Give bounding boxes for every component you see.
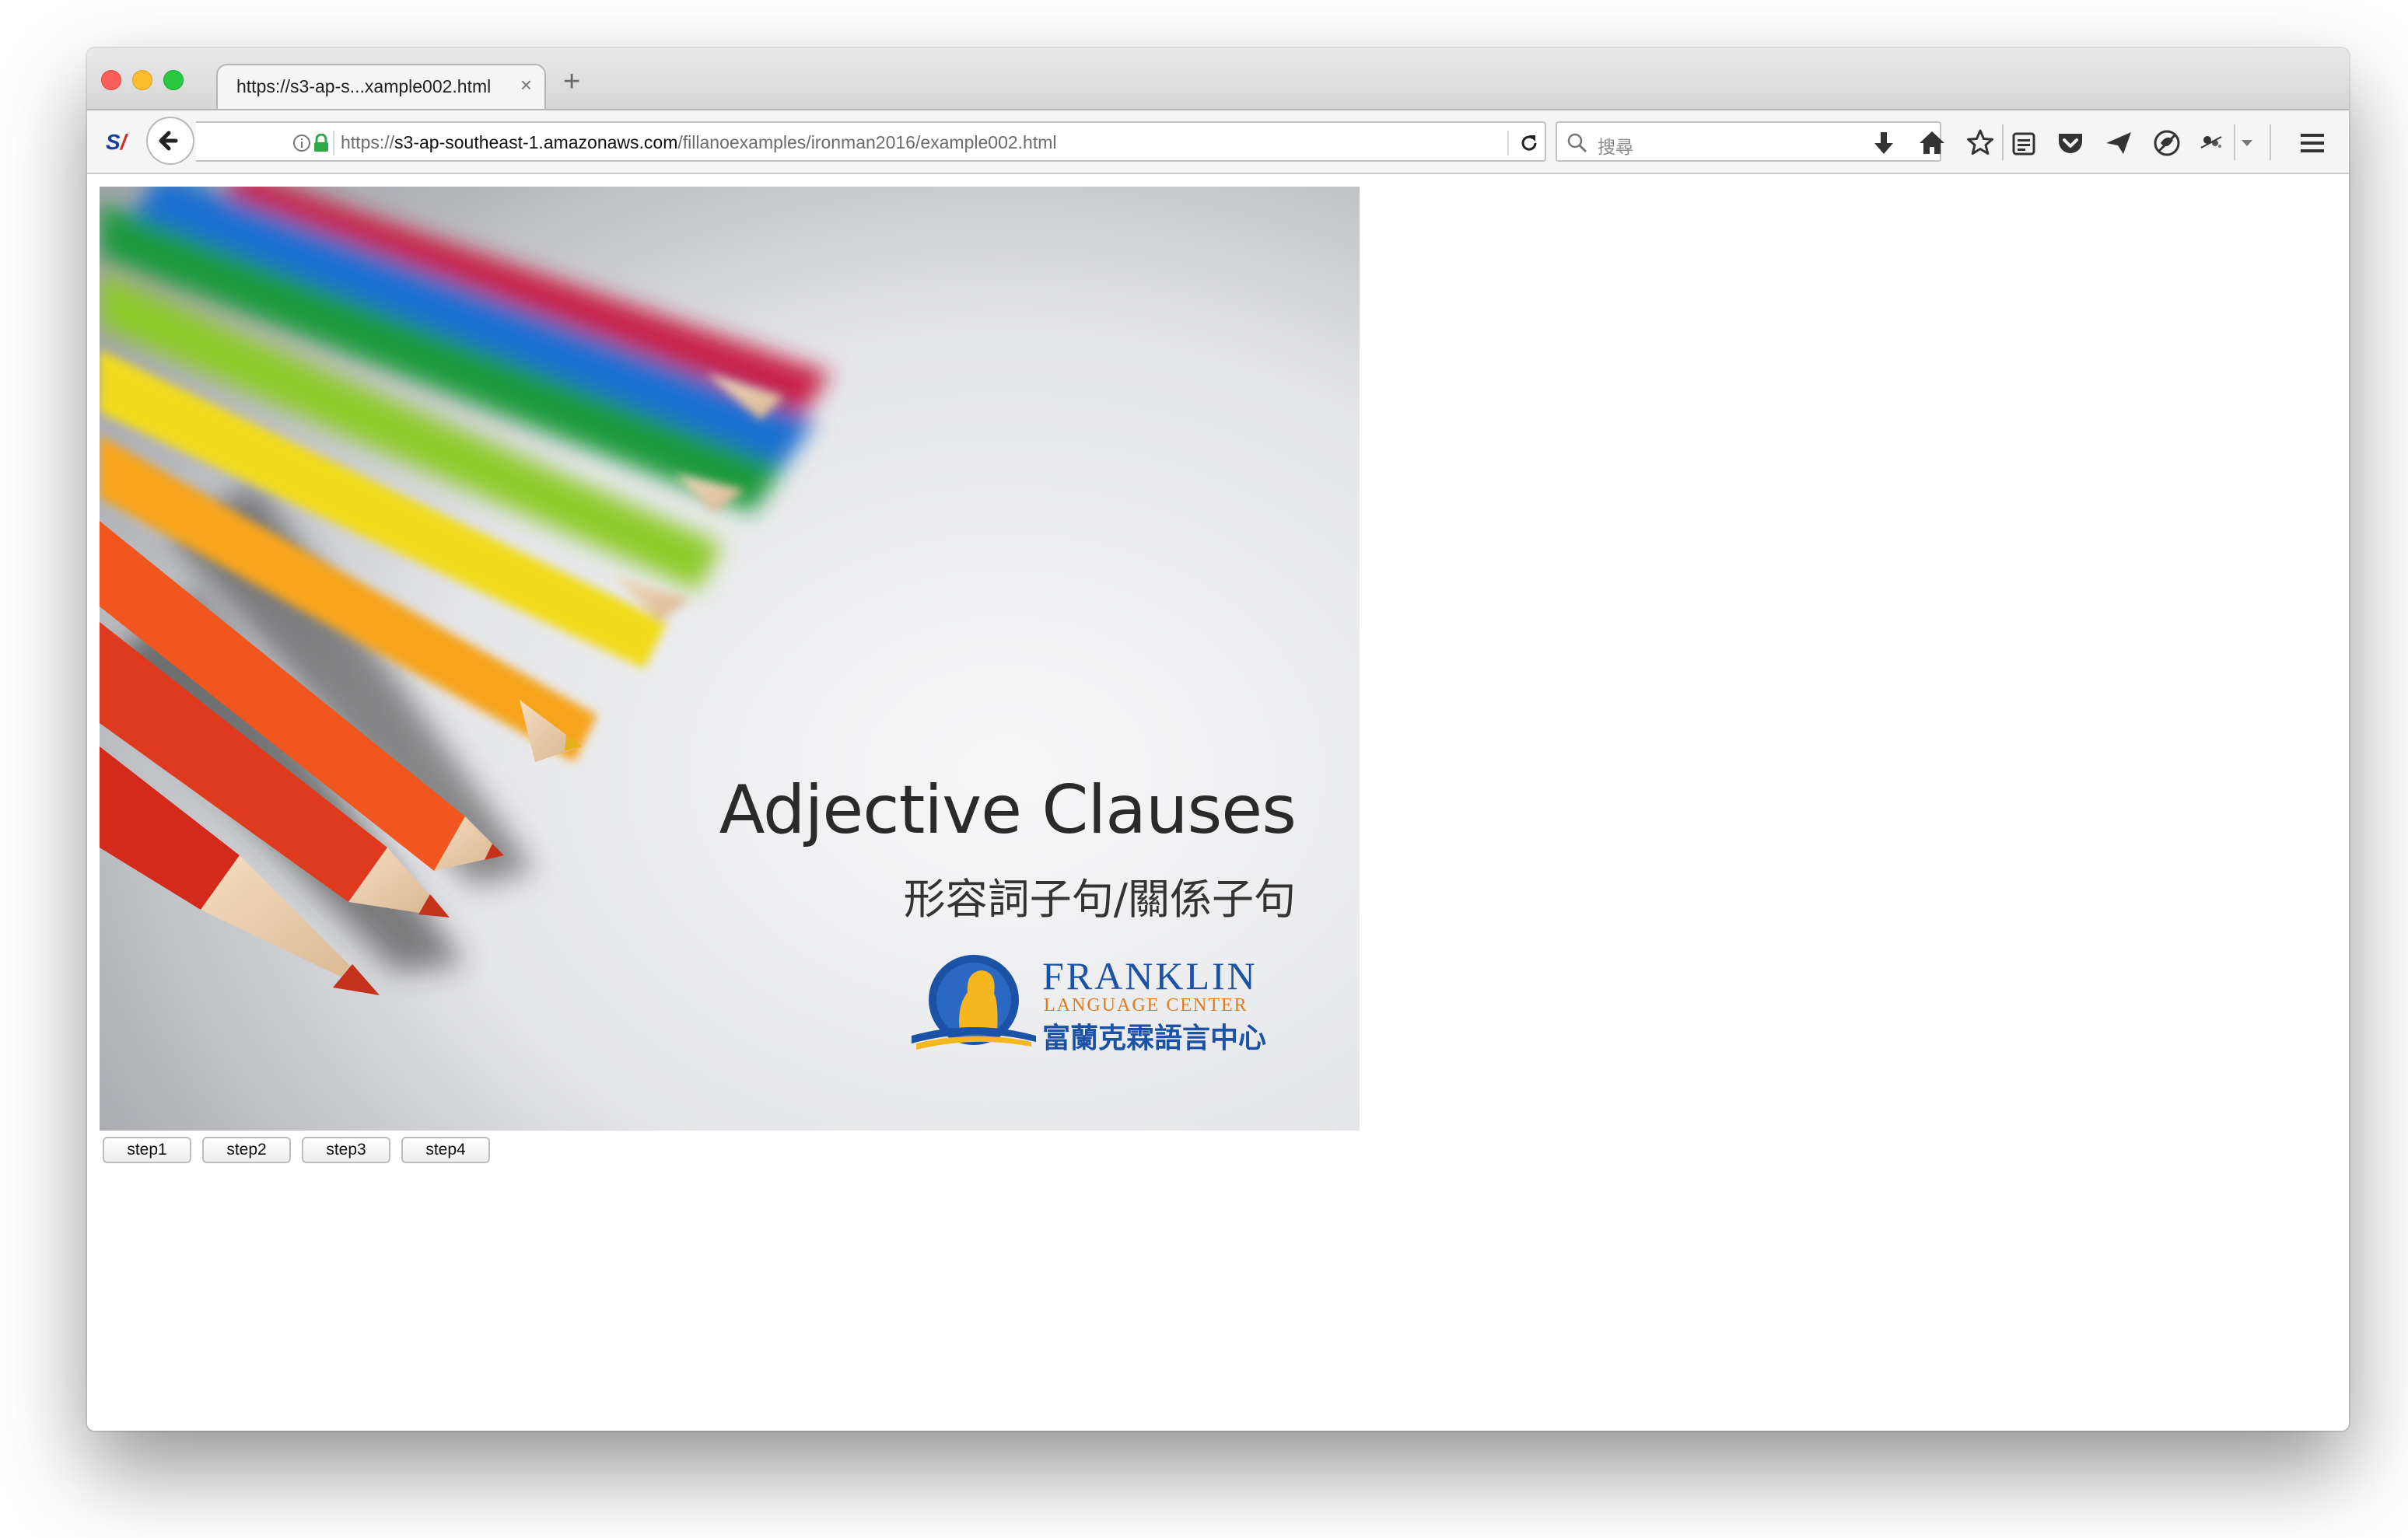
url-text[interactable]: https://s3-ap-southeast-1.amazonaws.com/…: [341, 132, 1057, 153]
reading-list-icon[interactable]: [2008, 128, 2039, 159]
reload-icon[interactable]: [1518, 132, 1540, 158]
url-path: /fillanoexamples/ironman2016/example002.…: [677, 132, 1057, 152]
extension-logo-icon[interactable]: S/: [106, 129, 132, 156]
browser-window: https://s3-ap-s...xample002.html × + S/ …: [87, 48, 2349, 1431]
step2-button[interactable]: step2: [202, 1137, 291, 1163]
url-host: s3-ap-southeast-1.amazonaws.com: [394, 132, 678, 152]
page-content: Adjective Clauses 形容詞子句/關係子句 FRANKLIN LA…: [87, 174, 2349, 1431]
franklin-logo: FRANKLIN LANGUAGE CENTER 富蘭克霖語言中心: [912, 952, 1277, 1054]
url-scheme: https://: [341, 132, 395, 152]
step3-button[interactable]: step3: [302, 1137, 390, 1163]
info-icon[interactable]: [292, 134, 311, 156]
slide-subtitle: 形容詞子句/關係子句: [903, 875, 1296, 924]
brand-name: FRANKLIN: [1042, 954, 1258, 998]
screenshot-root: https://s3-ap-s...xample002.html × + S/ …: [0, 0, 2408, 1538]
tab-strip: https://s3-ap-s...xample002.html × +: [87, 48, 2349, 110]
step-buttons: step1 step2 step3 step4: [103, 1137, 490, 1163]
window-zoom-button[interactable]: [163, 70, 184, 90]
pocket-icon[interactable]: [2055, 128, 2086, 159]
url-bar[interactable]: https://s3-ap-southeast-1.amazonaws.com/…: [196, 121, 1546, 162]
toolbar-separator: [2270, 124, 2271, 160]
tab-close-icon[interactable]: ×: [520, 73, 532, 97]
slide-image: Adjective Clauses 形容詞子句/關係子句 FRANKLIN LA…: [100, 187, 1360, 1131]
overflow-chevron-icon[interactable]: [2238, 128, 2256, 159]
search-icon: [1566, 132, 1588, 158]
extension-logo-slash: /: [120, 130, 127, 154]
window-close-button[interactable]: [101, 70, 121, 90]
step4-button[interactable]: step4: [401, 1137, 490, 1163]
hamburger-menu-icon[interactable]: [2298, 128, 2329, 159]
new-tab-button[interactable]: +: [563, 67, 580, 96]
tracking-protection-icon[interactable]: [2151, 128, 2182, 159]
slide-title: Adjective Clauses: [719, 771, 1297, 849]
brand-subtitle: LANGUAGE CENTER: [1044, 995, 1248, 1015]
lock-icon[interactable]: [313, 133, 330, 156]
extension-icon[interactable]: [2196, 128, 2228, 159]
url-separator: [333, 131, 334, 156]
download-icon[interactable]: [1868, 128, 1899, 159]
search-placeholder: 搜尋: [1598, 137, 1633, 157]
step1-button[interactable]: step1: [103, 1137, 191, 1163]
home-icon[interactable]: [1916, 128, 1948, 159]
franklin-emblem-icon: [912, 955, 1036, 1050]
toolbar-separator: [2002, 124, 2004, 160]
bookmark-star-icon[interactable]: [1965, 128, 1996, 159]
tab-title: https://s3-ap-s...xample002.html: [236, 76, 492, 96]
brand-chinese-name: 富蘭克霖語言中心: [1042, 1022, 1267, 1054]
window-minimize-button[interactable]: [132, 70, 152, 90]
reload-separator: [1507, 131, 1509, 156]
back-button[interactable]: [146, 117, 194, 165]
navigation-toolbar: S/ https://s3-ap-southeast-1.amazonaws.c…: [87, 109, 2349, 174]
extension-logo-text: S: [106, 130, 121, 154]
send-icon[interactable]: [2103, 128, 2134, 159]
tab-active[interactable]: https://s3-ap-s...xample002.html ×: [216, 64, 546, 110]
toolbar-separator: [2234, 124, 2235, 160]
back-arrow-icon: [159, 131, 178, 151]
